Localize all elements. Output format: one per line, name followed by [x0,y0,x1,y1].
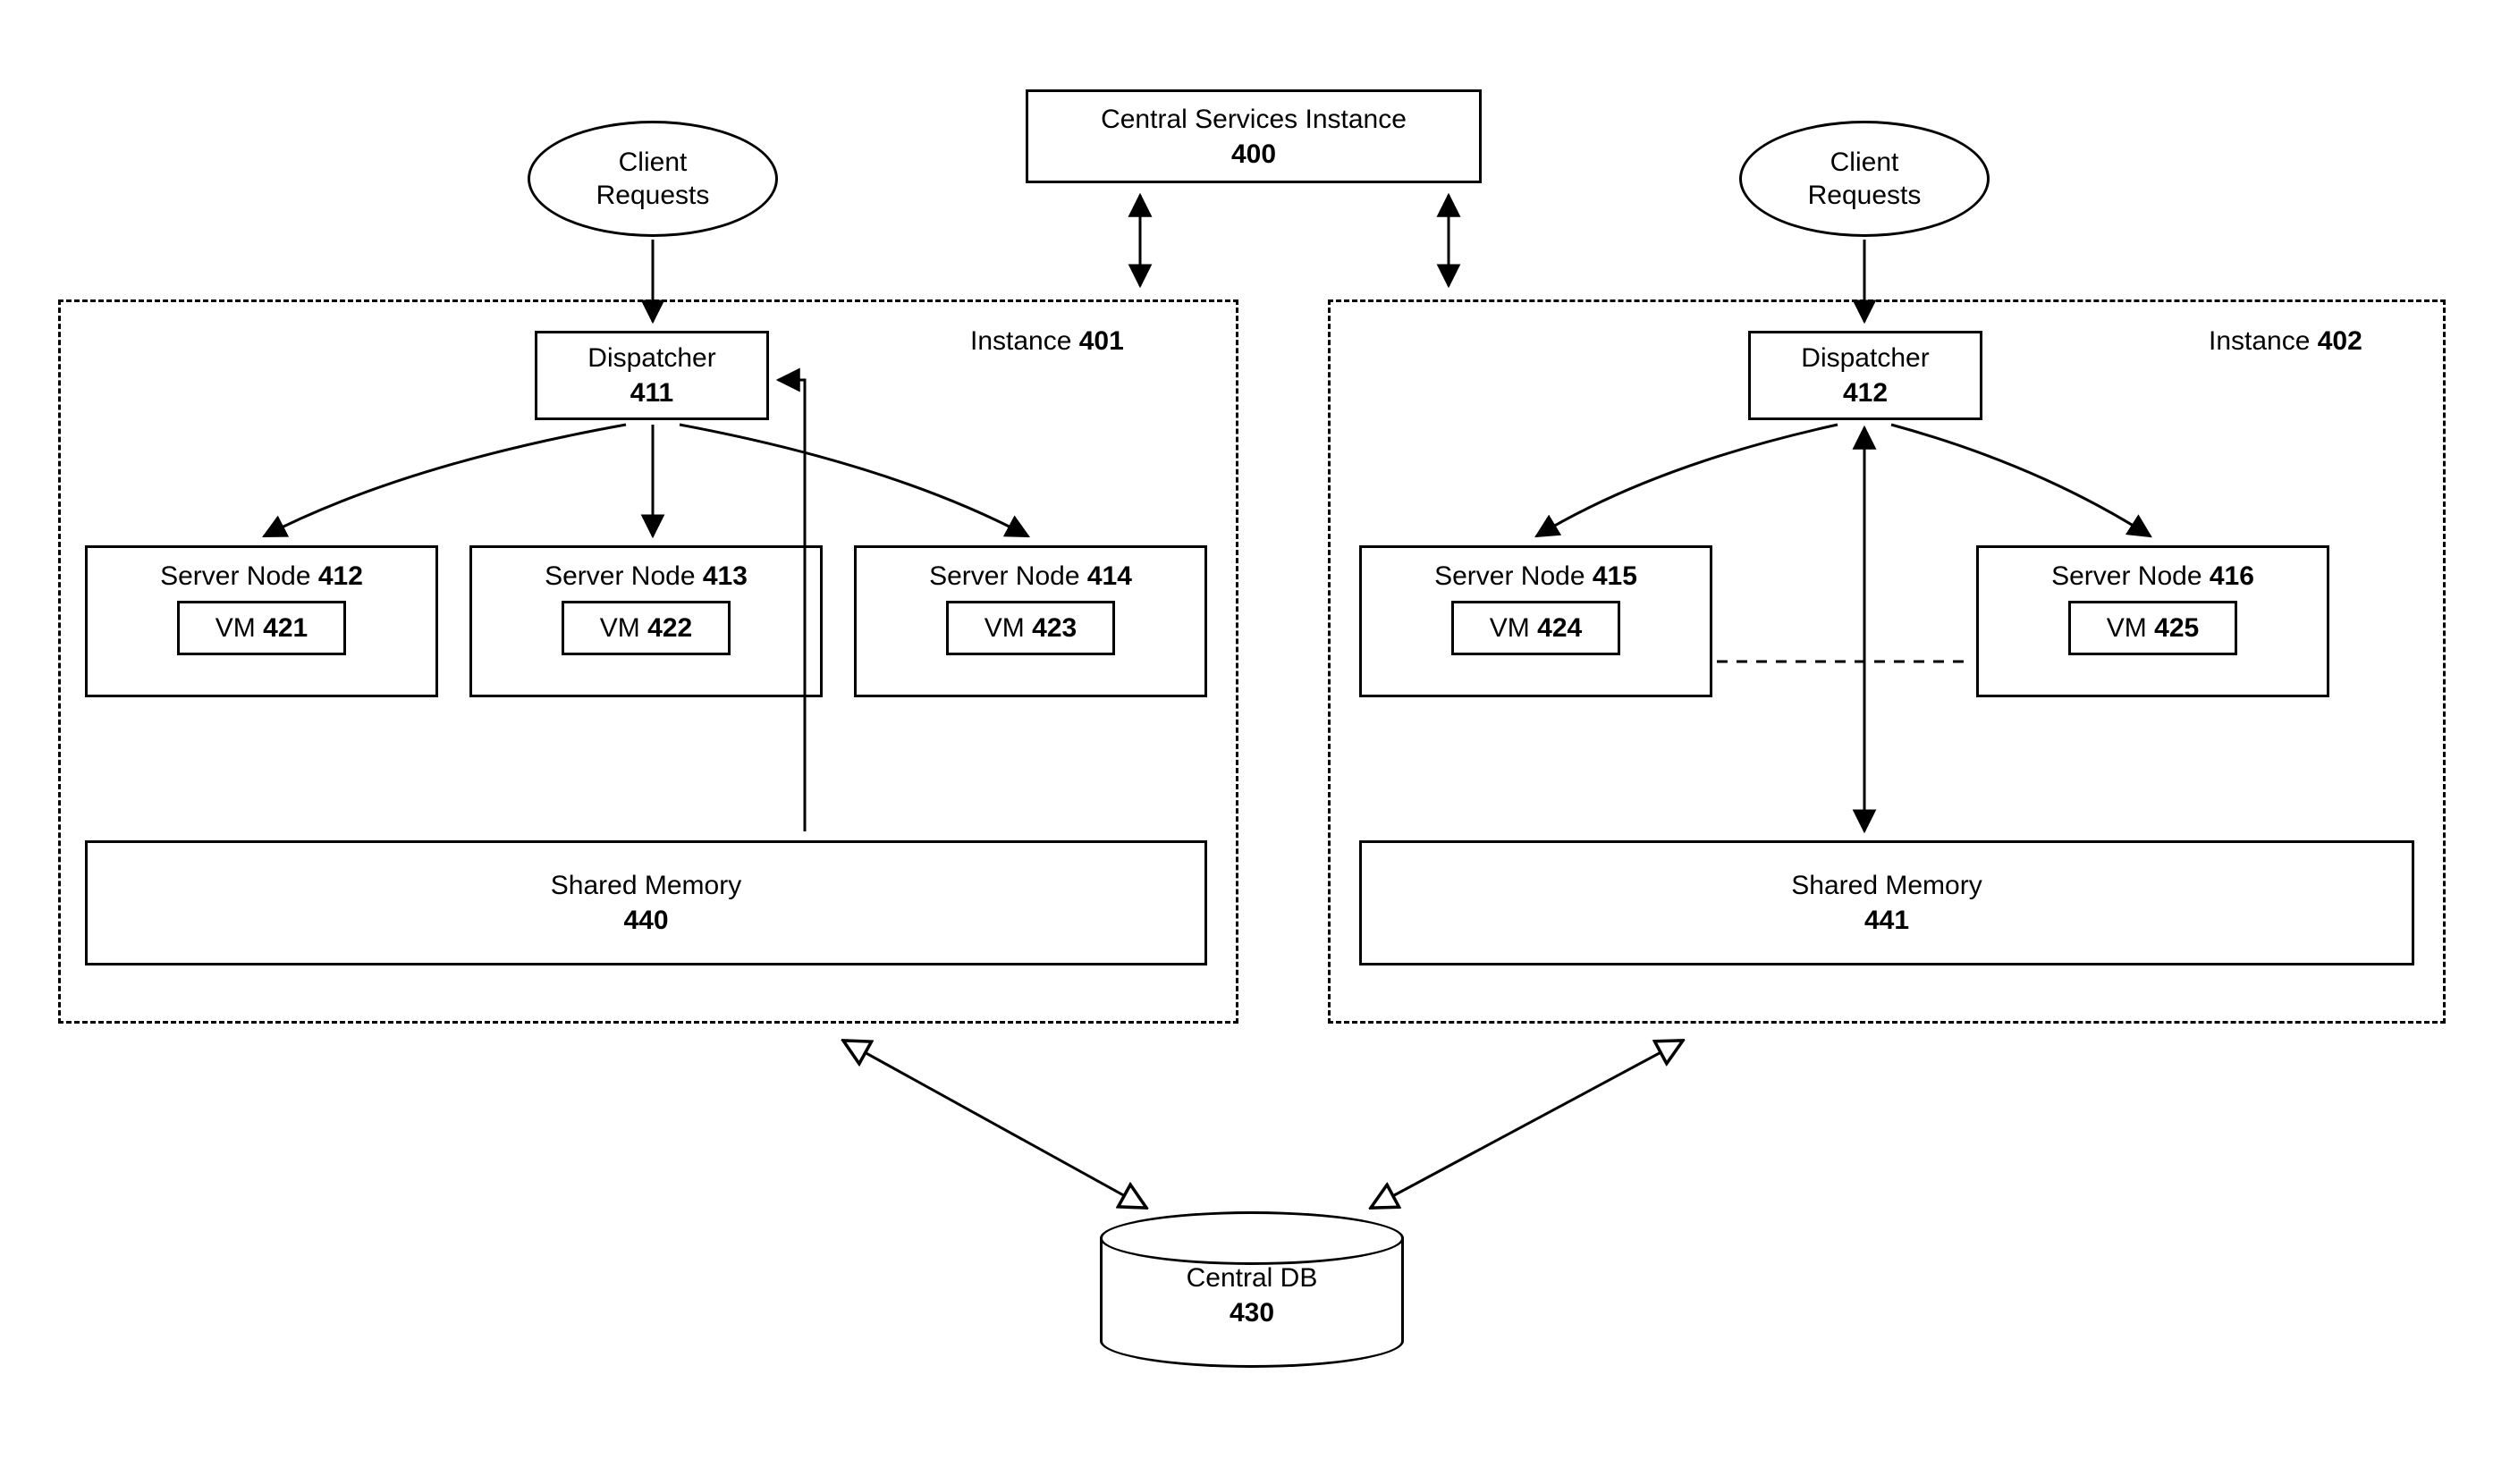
server-node-left-0: Server Node 412 VM 421 [85,545,438,697]
server-node-right-0-title: Server Node [1434,561,1593,591]
vm-right-1-prefix: VM [2107,613,2154,643]
shared-memory-right: Shared Memory 441 [1359,840,2414,965]
server-node-left-2: Server Node 414 VM 423 [854,545,1207,697]
central-db-id: 430 [1230,1298,1274,1328]
dispatcher-left-id: 411 [630,378,673,408]
instance-right-prefix: Instance [2209,326,2318,356]
vm-right-0: VM 424 [1451,601,1620,655]
server-node-left-0-title: Server Node [160,561,318,591]
dispatcher-left: Dispatcher 411 [535,331,769,420]
vm-left-1-prefix: VM [600,613,647,643]
server-node-right-1: Server Node 416 VM 425 [1976,545,2329,697]
shared-memory-left-id: 440 [623,906,668,935]
client-requests-left: Client Requests [528,121,778,237]
vm-left-1: VM 422 [562,601,731,655]
server-node-right-1-id: 416 [2210,561,2254,591]
client-requests-left-line1: Client [619,148,688,177]
vm-right-0-id: 424 [1537,613,1582,643]
server-node-right-1-title: Server Node [2051,561,2210,591]
dispatcher-right-title: Dispatcher [1801,343,1929,373]
instance-right-id: 402 [2318,326,2362,356]
instance-right-label: Instance 402 [2209,326,2362,357]
shared-memory-left: Shared Memory 440 [85,840,1207,965]
server-node-left-0-id: 412 [318,561,363,591]
vm-left-2-prefix: VM [985,613,1032,643]
server-node-left-2-title: Server Node [929,561,1087,591]
central-services-box: Central Services Instance 400 [1026,89,1482,183]
vm-left-0-id: 421 [263,613,308,643]
server-node-left-1-title: Server Node [545,561,703,591]
client-requests-right-line1: Client [1830,148,1899,177]
dispatcher-left-title: Dispatcher [587,343,715,373]
shared-memory-right-id: 441 [1864,906,1909,935]
instance-left-prefix: Instance [970,326,1079,356]
vm-right-0-prefix: VM [1490,613,1537,643]
instance-left-label: Instance 401 [970,326,1124,357]
vm-right-1-id: 425 [2154,613,2199,643]
shared-memory-left-title: Shared Memory [551,871,741,900]
vm-left-0: VM 421 [177,601,346,655]
server-node-right-0: Server Node 415 VM 424 [1359,545,1712,697]
vm-left-2: VM 423 [946,601,1115,655]
vm-left-0-prefix: VM [216,613,263,643]
client-requests-left-line2: Requests [596,181,710,210]
server-node-right-0-id: 415 [1593,561,1637,591]
client-requests-right-line2: Requests [1808,181,1922,210]
vm-left-2-id: 423 [1032,613,1077,643]
server-node-left-2-id: 414 [1087,561,1132,591]
vm-right-1: VM 425 [2068,601,2237,655]
central-services-title: Central Services Instance [1101,105,1407,134]
central-db-title: Central DB [1187,1263,1318,1293]
server-node-left-1: Server Node 413 VM 422 [469,545,823,697]
dispatcher-right: Dispatcher 412 [1748,331,1982,420]
instance-left-id: 401 [1079,326,1124,356]
vm-left-1-id: 422 [647,613,692,643]
dispatcher-right-id: 412 [1843,378,1888,408]
shared-memory-right-title: Shared Memory [1791,871,1982,900]
central-services-id: 400 [1231,139,1276,169]
client-requests-right: Client Requests [1739,121,1990,237]
server-node-left-1-id: 413 [703,561,748,591]
central-db: Central DB 430 [1100,1211,1404,1368]
